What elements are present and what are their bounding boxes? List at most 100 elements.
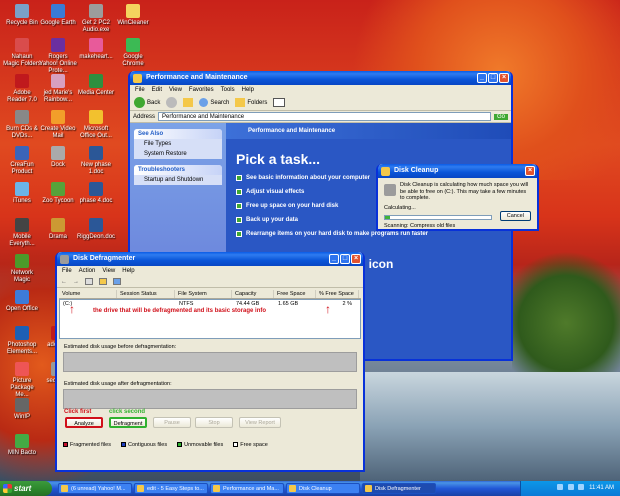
views-button[interactable] <box>273 98 286 107</box>
task-bullet-icon <box>236 203 242 209</box>
go-button[interactable]: Go <box>493 113 508 120</box>
see-also-header[interactable]: See Also <box>134 129 222 139</box>
desktop-icon[interactable]: Open Office <box>3 290 41 313</box>
maximize-button[interactable]: □ <box>340 254 350 264</box>
troubleshooter-startup[interactable]: Startup and Shutdown <box>134 175 222 185</box>
desktop-icon[interactable]: Google Chrome <box>114 38 152 68</box>
up-folder-button[interactable] <box>183 98 194 107</box>
close-button[interactable]: × <box>525 166 535 176</box>
tray-icon[interactable] <box>567 484 574 491</box>
desktop-icon[interactable]: Get 2 PC2 Audio.exe <box>77 4 115 34</box>
clock[interactable]: 11:41 AM <box>589 485 614 491</box>
col-percent-free[interactable]: % Free Space <box>316 290 359 298</box>
menu-favorites[interactable]: Favorites <box>189 85 214 95</box>
desktop-icon-label: Microsoft Office Out... <box>80 126 112 139</box>
desktop-icon[interactable]: WinCleaner <box>114 4 152 27</box>
desktop-icon[interactable]: Picture Package Me... <box>3 362 41 399</box>
pause-button[interactable]: Pause <box>153 417 191 428</box>
desktop-icon[interactable]: iTunes <box>3 182 41 205</box>
desktop-icon[interactable]: Network Magic <box>3 254 41 284</box>
desktop-icon[interactable]: Rogers Yahoo! Online Prote... <box>39 38 77 75</box>
menu-edit[interactable]: Edit <box>152 85 162 95</box>
taskbar-item-yahoo[interactable]: (6 unread) Yahoo! M... <box>58 483 132 494</box>
desktop-icon-label: Zoo Tycoon <box>42 198 74 204</box>
desktop-icon-label: Nahaun Magic Folders <box>3 54 41 67</box>
minimize-button[interactable]: _ <box>477 73 487 83</box>
desktop-icon[interactable]: Create Video Mail <box>39 110 77 140</box>
desktop-icon-label: MIN Bacto <box>7 450 36 456</box>
search-button[interactable]: Search <box>199 98 229 107</box>
forward-arrow-icon[interactable]: → <box>73 279 79 285</box>
menu-action[interactable]: Action <box>79 266 96 276</box>
desktop-icon[interactable]: makeheart... <box>77 38 115 61</box>
taskbar-item-edit[interactable]: edit - 5 Easy Steps to... <box>134 483 208 494</box>
desktop-icon[interactable]: Burn CDs & DVDs... <box>3 110 41 140</box>
menu-view[interactable]: View <box>169 85 182 95</box>
forward-button[interactable] <box>166 97 178 108</box>
annotation-arrow-right: ↑ <box>325 302 331 316</box>
menu-file[interactable]: File <box>135 85 145 95</box>
desktop-icon[interactable]: Drama <box>39 218 77 241</box>
back-arrow-icon[interactable]: ← <box>61 279 67 285</box>
start-button[interactable]: start <box>0 481 52 496</box>
see-also-file-types[interactable]: File Types <box>134 139 222 149</box>
help-icon[interactable] <box>113 278 121 285</box>
table-row[interactable]: (C:) NTFS 74.44 GB 1.65 GB 2 % <box>60 300 360 308</box>
menu-tools[interactable]: Tools <box>221 85 235 95</box>
properties-icon[interactable] <box>99 278 107 285</box>
desktop-icon[interactable]: Media Center <box>77 74 115 97</box>
cleanup-titlebar[interactable]: Disk Cleanup × <box>378 164 537 178</box>
console-icon[interactable] <box>85 278 93 285</box>
menu-view[interactable]: View <box>102 266 115 276</box>
col-capacity[interactable]: Capacity <box>232 290 274 298</box>
desktop-icon[interactable]: jed Marie's Rainbow... <box>39 74 77 104</box>
desktop-icon[interactable]: Zoo Tycoon <box>39 182 77 205</box>
desktop-icon[interactable]: RiggDeon.doc <box>77 218 115 241</box>
taskbar-item-defragmenter[interactable]: Disk Defragmenter <box>362 483 436 494</box>
desktop-icon-label: Burn CDs & DVDs... <box>6 126 38 139</box>
taskbar-item-cleanup[interactable]: Disk Cleanup <box>286 483 360 494</box>
desktop-icon[interactable]: Google Earth <box>39 4 77 27</box>
view-report-button[interactable]: View Report <box>239 417 281 428</box>
back-button[interactable]: Back <box>134 97 160 108</box>
menu-help[interactable]: Help <box>122 266 134 276</box>
desktop-icon[interactable]: phase 4.doc <box>77 182 115 205</box>
desktop-icon[interactable]: Photoshop Elements... <box>3 326 41 356</box>
desktop-icon[interactable]: Adobe Reader 7.0 <box>3 74 41 104</box>
desktop-icon[interactable]: Recycle Bin <box>3 4 41 27</box>
defrag-titlebar[interactable]: Disk Defragmenter _ □ × <box>57 252 363 266</box>
menu-file[interactable]: File <box>62 266 72 276</box>
col-session-status[interactable]: Session Status <box>117 290 175 298</box>
desktop-icon[interactable]: New phase 1.doc <box>77 146 115 176</box>
desktop-icon-label: CreaFun Product <box>10 162 34 175</box>
tray-icon[interactable] <box>557 484 564 491</box>
desktop-icon[interactable]: MIN Bacto <box>3 434 41 457</box>
desktop-icon[interactable]: Dock <box>39 146 77 169</box>
folders-button[interactable]: Folders <box>235 98 267 107</box>
close-button[interactable]: × <box>351 254 361 264</box>
analyze-button[interactable]: Analyze <box>65 417 103 428</box>
troubleshooters-header[interactable]: Troubleshooters <box>134 165 222 175</box>
desktop-icon[interactable]: Mobile Everyth... <box>3 218 41 248</box>
stop-button[interactable]: Stop <box>195 417 233 428</box>
col-file-system[interactable]: File System <box>175 290 232 298</box>
menu-help[interactable]: Help <box>242 85 254 95</box>
col-volume[interactable]: Volume <box>59 290 117 298</box>
address-field[interactable]: Performance and Maintenance <box>158 112 491 121</box>
cancel-button[interactable]: Cancel <box>499 211 531 221</box>
taskbar-item-label: (6 unread) Yahoo! M... <box>71 486 126 492</box>
desktop-icon[interactable]: CreaFun Product <box>3 146 41 176</box>
col-free-space[interactable]: Free Space <box>274 290 316 298</box>
performance-titlebar[interactable]: Performance and Maintenance _ □ × <box>130 71 511 85</box>
defragment-button[interactable]: Defragment <box>109 417 147 428</box>
maximize-button[interactable]: □ <box>488 73 498 83</box>
app-icon <box>89 4 103 18</box>
desktop-icon[interactable]: Microsoft Office Out... <box>77 110 115 140</box>
desktop-icon[interactable]: Nahaun Magic Folders <box>3 38 41 68</box>
minimize-button[interactable]: _ <box>329 254 339 264</box>
tray-icon[interactable] <box>578 484 585 491</box>
desktop-icon[interactable]: WinIP <box>3 398 41 421</box>
taskbar-item-performance[interactable]: Performance and Ma... <box>210 483 284 494</box>
close-button[interactable]: × <box>499 73 509 83</box>
see-also-system-restore[interactable]: System Restore <box>134 149 222 159</box>
